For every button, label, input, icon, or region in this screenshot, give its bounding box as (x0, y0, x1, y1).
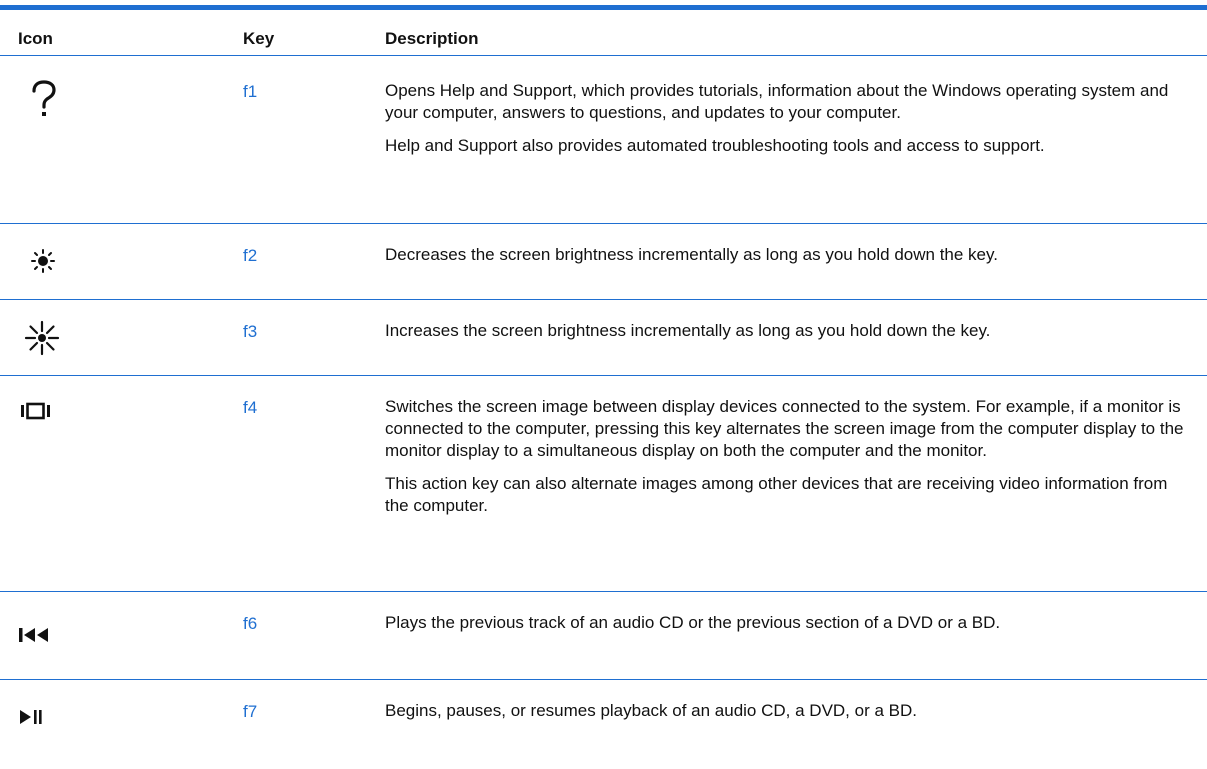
brightness-up-icon (24, 320, 114, 356)
description-paragraph: Decreases the screen brightness incremen… (385, 245, 998, 264)
description: Increases the screen brightness incremen… (385, 320, 1185, 353)
table-row-f3: f3 Increases the screen brightness incre… (0, 300, 1207, 376)
description-paragraph: Help and Support also provides automated… (385, 136, 1045, 155)
table-row-f7: f7 Begins, pauses, or resumes playback o… (0, 680, 1207, 769)
description-paragraph: Increases the screen brightness incremen… (385, 321, 991, 340)
description-paragraph: Switches the screen image between displa… (385, 397, 1184, 460)
switch-display-icon (20, 402, 110, 420)
table-row-f4: f4 Switches the screen image between dis… (0, 376, 1207, 592)
key-label: f7 (243, 702, 258, 721)
header-description: Description (385, 29, 479, 48)
description-paragraph: Begins, pauses, or resumes playback of a… (385, 701, 917, 720)
description: Switches the screen image between displa… (385, 396, 1185, 528)
description: Opens Help and Support, which provides t… (385, 80, 1185, 168)
key-label: f1 (243, 82, 258, 101)
table-header-row: Icon Key Description (0, 10, 1207, 56)
key-label: f4 (243, 398, 258, 417)
table-row-f1: f1 Opens Help and Support, which provide… (0, 56, 1207, 224)
key-label: f2 (243, 246, 258, 265)
table-row-f2: f2 Decreases the screen brightness incre… (0, 224, 1207, 300)
description-paragraph: This action key can also alternate image… (385, 474, 1168, 515)
table-row-f6: f6 Plays the previous track of an audio … (0, 592, 1207, 680)
description-paragraph: Plays the previous track of an audio CD … (385, 613, 1001, 632)
description: Decreases the screen brightness incremen… (385, 244, 1185, 277)
question-mark-icon (30, 80, 120, 118)
action-keys-table: Icon Key Description f1 Opens Help and S… (0, 0, 1207, 769)
header-icon: Icon (18, 29, 53, 48)
play-pause-icon (18, 708, 108, 726)
header-key: Key (243, 29, 275, 48)
key-label: f6 (243, 614, 258, 633)
description: Plays the previous track of an audio CD … (385, 612, 1185, 645)
previous-track-icon (18, 626, 108, 644)
description-paragraph: Opens Help and Support, which provides t… (385, 81, 1169, 122)
description: Begins, pauses, or resumes playback of a… (385, 700, 1185, 733)
key-label: f3 (243, 322, 258, 341)
brightness-down-icon (30, 248, 120, 274)
